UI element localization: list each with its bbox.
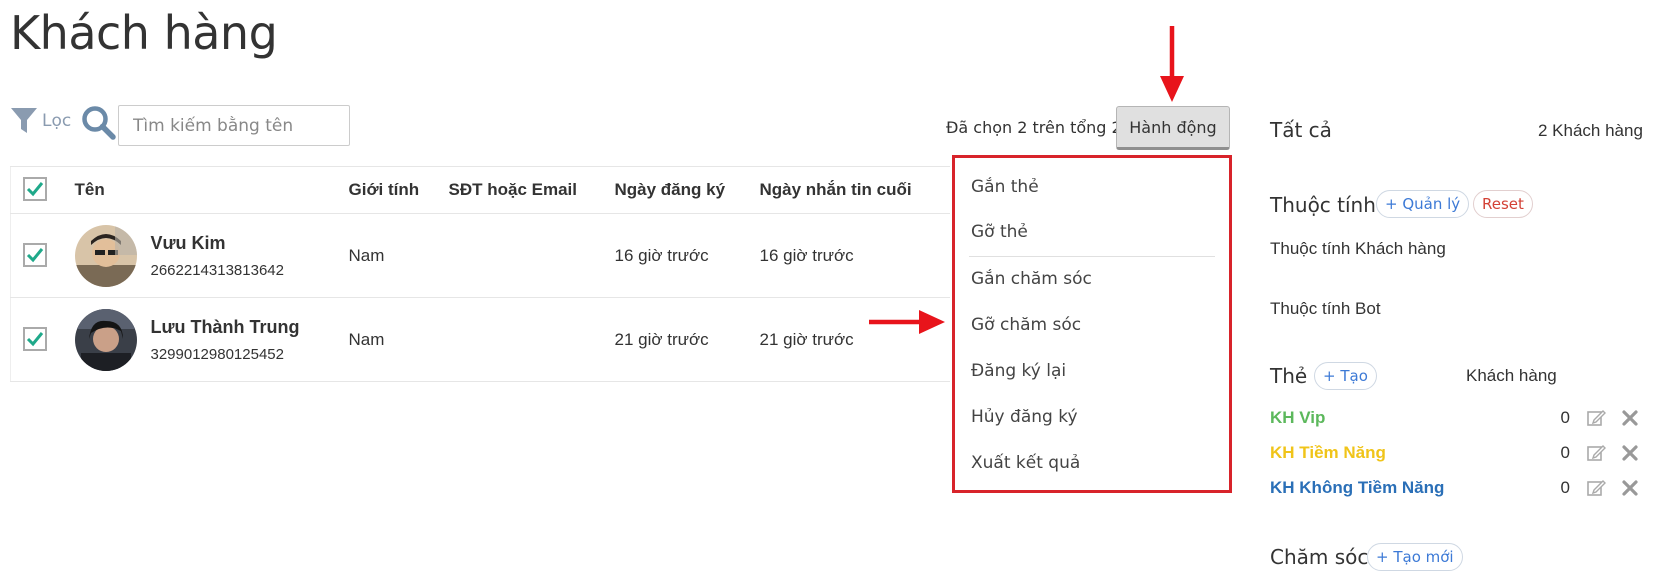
delete-icon[interactable] xyxy=(1620,478,1640,498)
gender-cell: Nam xyxy=(348,297,449,382)
filter-icon xyxy=(11,108,37,133)
all-count: 2 Khách hàng xyxy=(1538,121,1643,140)
column-header-name[interactable]: Tên xyxy=(74,166,349,214)
bot-attributes-link[interactable]: Thuộc tính Bot xyxy=(1270,299,1381,319)
action-menu: Gắn thẻ Gỡ thẻ Gắn chăm sóc Gỡ chăm sóc … xyxy=(952,155,1232,493)
avatar xyxy=(74,224,137,287)
customer-name[interactable]: Vưu Kim xyxy=(151,233,284,254)
tags-heading: Thẻ xyxy=(1270,364,1308,388)
create-care-button[interactable]: + Tạo mới xyxy=(1367,543,1463,571)
search-input[interactable] xyxy=(118,105,350,146)
select-all-cell xyxy=(10,166,75,214)
delete-icon[interactable] xyxy=(1620,408,1640,428)
row-checkbox[interactable] xyxy=(23,242,47,267)
column-header-gender[interactable]: Giới tính xyxy=(348,166,449,214)
check-icon xyxy=(26,331,44,346)
menu-item-remove-tag[interactable]: Gỡ thẻ xyxy=(971,222,1028,242)
attributes-heading: Thuộc tính xyxy=(1270,193,1376,217)
check-icon xyxy=(26,247,44,262)
arrow-right-icon xyxy=(869,310,945,334)
menu-item-remove-care[interactable]: Gỡ chăm sóc xyxy=(971,315,1081,335)
sidebar: Tất cả 2 Khách hàng Thuộc tính + Quản lý… xyxy=(1270,0,1661,577)
check-icon xyxy=(26,182,44,197)
row-select-cell xyxy=(10,213,75,298)
tag-name[interactable]: KH Vip xyxy=(1270,408,1325,428)
tags-customers-header: Khách hàng xyxy=(1466,366,1557,385)
care-heading: Chăm sóc xyxy=(1270,545,1369,569)
menu-item-unsubscribe[interactable]: Hủy đăng ký xyxy=(971,407,1078,427)
customer-name[interactable]: Lưu Thành Trung xyxy=(151,317,300,338)
customer-attributes-link[interactable]: Thuộc tính Khách hàng xyxy=(1270,239,1446,259)
manage-attributes-button[interactable]: + Quản lý xyxy=(1376,190,1470,218)
delete-icon[interactable] xyxy=(1620,443,1640,463)
filter-label: Lọc xyxy=(42,111,72,131)
tag-name[interactable]: KH Tiềm Năng xyxy=(1270,443,1386,463)
table-row[interactable]: Lưu Thành Trung 3299012980125452 Nam 21 … xyxy=(10,297,950,382)
tag-count: 0 xyxy=(1560,443,1570,462)
gender-cell: Nam xyxy=(348,213,449,298)
contact-cell xyxy=(448,213,615,298)
edit-icon[interactable] xyxy=(1586,478,1606,498)
edit-icon[interactable] xyxy=(1586,408,1606,428)
search-icon[interactable] xyxy=(80,104,118,142)
page-title: Khách hàng xyxy=(10,6,278,60)
table-row[interactable]: Vưu Kim 2662214313813642 Nam 16 giờ trướ… xyxy=(10,213,950,298)
menu-item-add-tag[interactable]: Gắn thẻ xyxy=(971,177,1039,197)
customer-table: Tên Giới tính SĐT hoặc Email Ngày đăng k… xyxy=(10,166,950,382)
avatar xyxy=(74,308,137,371)
arrow-down-icon xyxy=(1160,26,1184,102)
tag-count: 0 xyxy=(1560,478,1570,497)
registered-cell: 16 giờ trước xyxy=(614,213,760,298)
row-checkbox[interactable] xyxy=(23,326,47,351)
contact-cell xyxy=(448,297,615,382)
filter-button[interactable]: Lọc xyxy=(10,106,71,136)
select-all-checkbox[interactable] xyxy=(23,177,47,201)
table-header-row: Tên Giới tính SĐT hoặc Email Ngày đăng k… xyxy=(10,166,950,214)
menu-item-resubscribe[interactable]: Đăng ký lại xyxy=(971,361,1066,381)
column-header-last-message[interactable]: Ngày nhắn tin cuối xyxy=(759,166,950,214)
row-select-cell xyxy=(10,297,75,382)
menu-item-export[interactable]: Xuất kết quả xyxy=(971,453,1080,473)
customer-cell: Lưu Thành Trung 3299012980125452 xyxy=(74,297,349,382)
tag-count: 0 xyxy=(1560,408,1570,427)
all-filter[interactable]: Tất cả xyxy=(1270,118,1332,142)
tag-name[interactable]: KH Không Tiềm Năng xyxy=(1270,478,1444,498)
column-header-registered[interactable]: Ngày đăng ký xyxy=(614,166,760,214)
reset-button[interactable]: Reset xyxy=(1473,190,1533,218)
registered-cell: 21 giờ trước xyxy=(614,297,760,382)
last-message-cell: 16 giờ trước xyxy=(759,213,950,298)
customer-id: 2662214313813642 xyxy=(150,261,284,279)
column-header-contact[interactable]: SĐT hoặc Email xyxy=(448,166,615,214)
selected-summary: Đã chọn 2 trên tổng 2 xyxy=(946,118,1122,137)
edit-icon[interactable] xyxy=(1586,443,1606,463)
menu-divider xyxy=(969,256,1215,257)
menu-item-add-care[interactable]: Gắn chăm sóc xyxy=(971,269,1092,289)
customer-cell: Vưu Kim 2662214313813642 xyxy=(74,213,349,298)
customer-id: 3299012980125452 xyxy=(150,345,284,363)
create-tag-button[interactable]: + Tạo xyxy=(1314,362,1377,390)
action-button[interactable]: Hành động xyxy=(1116,106,1230,150)
